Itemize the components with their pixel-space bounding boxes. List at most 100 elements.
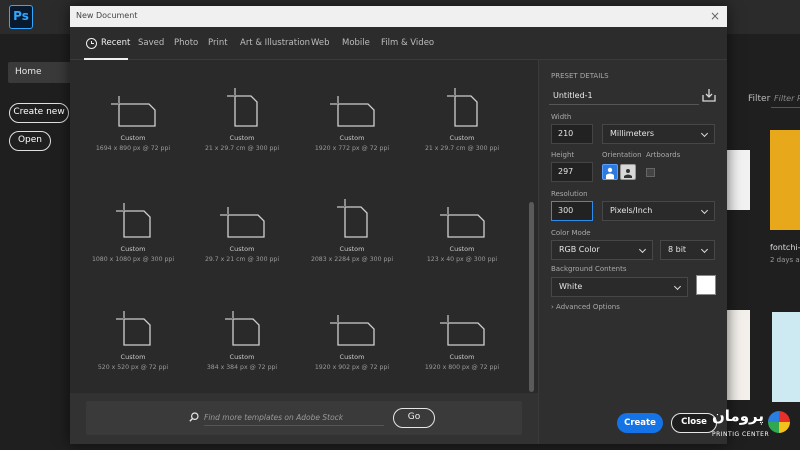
preset-tile[interactable]: Custom 1920 x 902 px @ 72 ppi — [297, 297, 407, 397]
search-icon — [189, 412, 199, 422]
go-button[interactable]: Go — [393, 408, 435, 428]
preset-dimensions: 2083 x 2284 px @ 300 ppi — [310, 256, 394, 263]
preset-name: Custom — [120, 134, 146, 142]
preset-tile[interactable]: Custom 520 x 520 px @ 72 ppi — [78, 297, 188, 397]
document-icon — [447, 88, 478, 127]
background-contents-select[interactable]: White — [551, 277, 688, 297]
tab-mobile[interactable]: Mobile — [342, 27, 370, 60]
save-preset-icon[interactable] — [702, 88, 716, 102]
bit-depth-select[interactable]: 8 bit — [660, 240, 715, 260]
chevron-down-icon — [700, 245, 709, 254]
preset-dimensions: 520 x 520 px @ 72 ppi — [97, 364, 169, 371]
create-new-button[interactable]: Create new — [9, 103, 69, 123]
width-unit-select[interactable]: Millimeters — [602, 124, 715, 144]
preset-tile[interactable]: Custom 384 x 384 px @ 72 ppi — [187, 297, 297, 397]
recent-file-name: fontchi-s — [770, 243, 800, 252]
preset-details-panel: PRESET DETAILS Untitled-1 Width 210 Mill… — [538, 60, 727, 444]
preset-tile[interactable]: Custom 21 x 29.7 cm @ 300 ppi — [187, 78, 297, 178]
preset-dimensions: 1920 x 772 px @ 72 ppi — [314, 145, 390, 152]
close-button[interactable]: Close — [671, 413, 717, 433]
preset-name: Custom — [339, 134, 365, 142]
resolution-unit-select[interactable]: Pixels/Inch — [602, 201, 715, 221]
document-icon — [225, 311, 260, 346]
tab-recent[interactable]: Recent — [86, 27, 130, 60]
color-mode-label: Color Mode — [551, 229, 591, 237]
preset-name: Custom — [229, 134, 255, 142]
tab-print[interactable]: Print — [208, 27, 228, 60]
create-button[interactable]: Create — [617, 413, 663, 433]
watermark-subtext: PRINTIG CENTER — [712, 431, 770, 438]
preset-tile[interactable]: Custom 1080 x 1080 px @ 300 ppi — [78, 189, 188, 289]
preset-tile[interactable]: Custom 21 x 29.7 cm @ 300 ppi — [407, 78, 517, 178]
stock-search-input[interactable]: Find more templates on Adobe Stock — [204, 410, 384, 426]
preset-name: Custom — [339, 245, 365, 253]
adobe-stock-search-bar: Find more templates on Adobe Stock Go — [86, 401, 522, 435]
chevron-down-icon — [700, 129, 709, 138]
filter-label: Filter — [748, 94, 771, 104]
tab-web[interactable]: Web — [311, 27, 330, 60]
preset-tile[interactable]: Custom 1920 x 800 px @ 72 ppi — [407, 297, 517, 397]
chevron-right-icon: › — [551, 303, 554, 311]
sidebar-item-home[interactable]: Home — [8, 62, 72, 83]
preset-dimensions: 123 x 40 px @ 300 ppi — [426, 256, 498, 263]
preset-name: Custom — [449, 245, 475, 253]
preset-name: Custom — [120, 353, 146, 361]
recent-file-thumbnail[interactable] — [770, 130, 800, 230]
person-landscape-icon — [624, 169, 632, 178]
recent-file-thumbnail[interactable] — [772, 312, 800, 402]
filter-input[interactable]: Filter Re — [771, 90, 800, 108]
document-name-input[interactable]: Untitled-1 — [549, 87, 699, 105]
dialog-titlebar: New Document × — [70, 6, 727, 27]
chevron-down-icon — [673, 282, 682, 291]
document-icon — [440, 315, 485, 346]
preset-tile[interactable]: Custom 123 x 40 px @ 300 ppi — [407, 189, 517, 289]
preset-tile[interactable]: Custom 1694 x 890 px @ 72 ppi — [78, 78, 188, 178]
scrollbar-thumb[interactable] — [529, 202, 534, 392]
width-input[interactable]: 210 — [551, 124, 593, 144]
preset-tile[interactable]: Custom 2083 x 2284 px @ 300 ppi — [297, 189, 407, 289]
tab-art-illustration[interactable]: Art & Illustration — [240, 27, 310, 60]
recent-file-date: 2 days ago — [770, 256, 800, 264]
watermark-logo: پرومان PRINTIG CENTER — [712, 405, 800, 445]
portrait-orientation-button[interactable] — [602, 164, 618, 180]
dialog-title: New Document — [76, 11, 138, 20]
watermark-circle-icon — [768, 411, 790, 433]
preset-tile[interactable]: Custom 29.7 x 21 cm @ 300 ppi — [187, 189, 297, 289]
open-button[interactable]: Open — [9, 131, 51, 151]
chevron-down-icon — [638, 245, 647, 254]
advanced-options-toggle[interactable]: › Advanced Options — [551, 303, 620, 311]
tab-saved[interactable]: Saved — [138, 27, 164, 60]
preset-grid: Custom 1694 x 890 px @ 72 ppi Custom 21 x 2… — [70, 60, 538, 393]
preset-name: Custom — [120, 245, 146, 253]
preset-category-tabs: Recent Saved Photo Print Art & Illustrat… — [70, 27, 727, 60]
preset-name: Custom — [449, 353, 475, 361]
document-icon — [116, 311, 151, 346]
tab-photo[interactable]: Photo — [174, 27, 198, 60]
preset-details-heading: PRESET DETAILS — [551, 72, 609, 80]
preset-name: Custom — [339, 353, 365, 361]
chevron-down-icon — [700, 206, 709, 215]
height-input[interactable]: 297 — [551, 162, 593, 182]
artboards-label: Artboards — [646, 151, 681, 159]
close-icon[interactable]: × — [710, 9, 720, 23]
resolution-input[interactable]: 300 — [551, 201, 593, 221]
preset-dimensions: 1920 x 800 px @ 72 ppi — [424, 364, 500, 371]
watermark-text: پرومان — [712, 407, 765, 425]
color-mode-select[interactable]: RGB Color — [551, 240, 653, 260]
artboards-checkbox[interactable] — [646, 168, 655, 177]
preset-name: Custom — [449, 134, 475, 142]
document-icon — [220, 207, 265, 238]
new-document-dialog: New Document × Recent Saved Photo Print … — [70, 6, 727, 444]
document-icon — [330, 96, 375, 127]
tab-film-video[interactable]: Film & Video — [381, 27, 434, 60]
preset-tile[interactable]: Custom 1920 x 772 px @ 72 ppi — [297, 78, 407, 178]
resolution-label: Resolution — [551, 190, 588, 198]
preset-dimensions: 21 x 29.7 cm @ 300 ppi — [424, 145, 500, 152]
clock-icon — [86, 38, 97, 49]
landscape-orientation-button[interactable] — [620, 164, 636, 180]
document-icon — [440, 207, 485, 238]
background-color-swatch[interactable] — [696, 275, 716, 295]
preset-dimensions: 21 x 29.7 cm @ 300 ppi — [204, 145, 280, 152]
document-icon — [337, 199, 368, 238]
preset-dimensions: 29.7 x 21 cm @ 300 ppi — [204, 256, 280, 263]
